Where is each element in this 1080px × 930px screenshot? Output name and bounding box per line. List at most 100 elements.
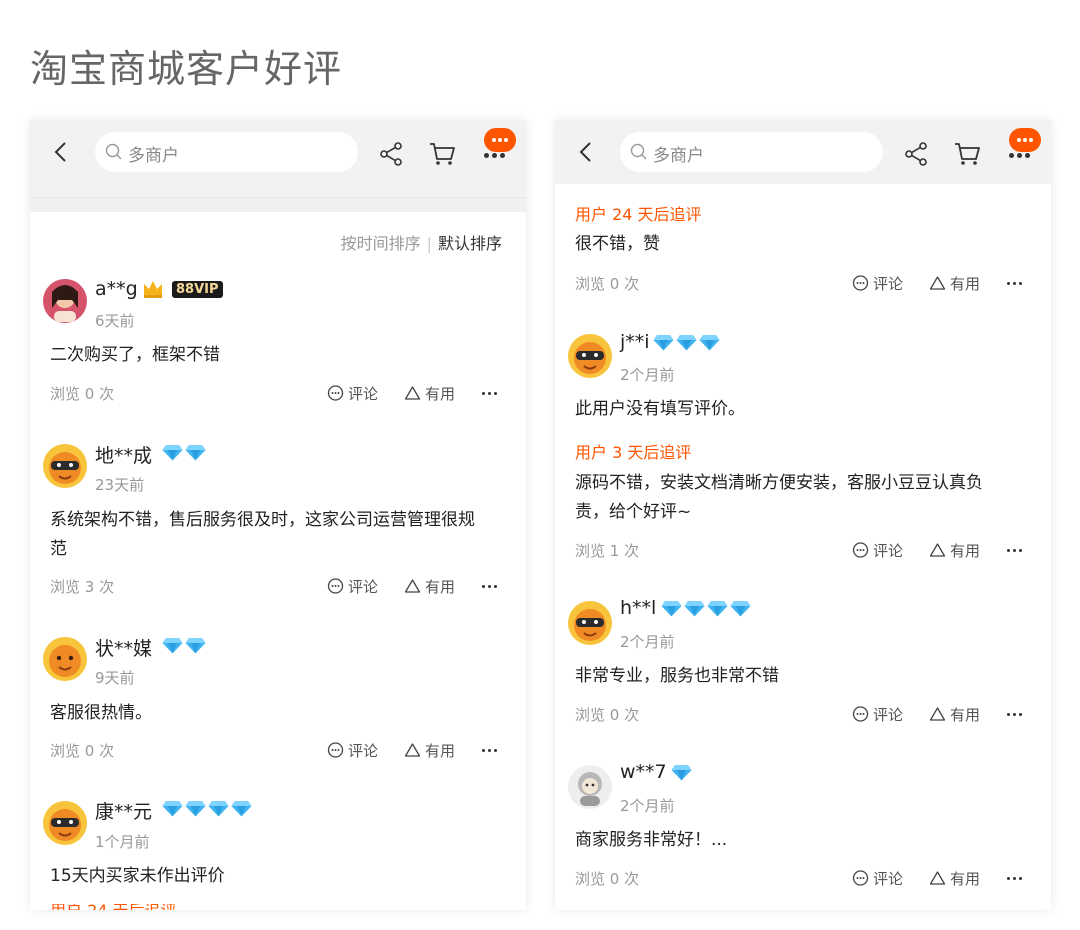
useful-button[interactable]: 有用 [929,273,980,294]
review-text: 商家服务非常好！... [575,830,728,850]
diamond-icon [661,600,682,617]
comment-icon [327,385,344,402]
sort-by-time-button[interactable]: 按时间排序 [341,234,421,253]
review-text: 客服很热情。 [50,703,152,723]
useful-label: 有用 [950,706,981,724]
member-badges: 88VIP [142,279,223,299]
reviewer-name: w**7 [620,761,667,783]
reviewer-name: 状**媒 [95,638,153,660]
useful-button[interactable]: 有用 [404,576,455,597]
comment-button[interactable]: 评论 [852,868,903,889]
user-avatar[interactable] [567,764,613,810]
review-action-row: 浏览 1 次 评论 有用 [555,540,1051,560]
user-avatar[interactable] [42,636,88,682]
more-menu-button[interactable] [480,128,520,168]
useful-icon [929,706,946,723]
diamond-icon [162,444,183,461]
more-actions-icon[interactable] [1007,282,1023,286]
more-dots-icon [1007,153,1033,161]
review-time: 2个月前 [620,633,675,651]
user-avatar[interactable] [42,800,88,846]
search-input[interactable]: 多商户 [620,132,883,172]
cart-icon[interactable] [428,141,456,167]
diamond-icon [707,600,728,617]
review-time: 9天前 [95,669,135,687]
review-text: 二次购买了，框架不错 [50,345,220,365]
comment-label: 评论 [873,870,904,888]
useful-button[interactable]: 有用 [929,704,980,725]
more-actions-icon[interactable] [1007,877,1023,881]
member-badges [653,334,720,351]
page-title: 淘宝商城客户好评 [30,47,343,91]
top-navigation-bar: 多商户 [555,120,1051,184]
review-action-row: 浏览 0 次 评论 有用 [555,273,1051,293]
comment-button[interactable]: 评论 [852,540,903,561]
useful-label: 有用 [425,385,456,403]
useful-button[interactable]: 有用 [404,383,455,404]
sort-options: 按时间排序 | 默认排序 [341,230,502,254]
useful-label: 有用 [950,870,981,888]
comment-button[interactable]: 评论 [852,704,903,725]
more-actions-icon[interactable] [482,392,498,396]
followup-text-line: 源码不错，安装文档清晰方便安装，客服小豆豆认真负 [575,473,983,493]
review-time: 2个月前 [620,366,675,384]
comment-icon [852,706,869,723]
comment-label: 评论 [348,385,379,403]
user-avatar[interactable] [567,333,613,379]
view-count: 浏览 0 次 [575,275,640,293]
comment-button[interactable]: 评论 [852,273,903,294]
useful-button[interactable]: 有用 [404,740,455,761]
view-count: 浏览 0 次 [50,385,115,403]
crown-icon [144,281,162,298]
diamond-icon [671,764,692,781]
right-phone-screen: 多商户 用户 24 天后追评 很不错，赞 浏览 0 次 评论 有用 j**i 2… [555,120,1051,910]
diamond-icon [185,444,206,461]
user-avatar[interactable] [42,278,88,324]
user-avatar[interactable] [42,443,88,489]
user-avatar[interactable] [567,600,613,646]
comment-button[interactable]: 评论 [327,576,378,597]
search-input[interactable]: 多商户 [95,132,358,172]
comment-button[interactable]: 评论 [327,740,378,761]
review-action-row: 浏览 3 次 评论 有用 [30,576,526,596]
sort-default-button[interactable]: 默认排序 [438,234,502,253]
comment-icon [327,578,344,595]
search-placeholder: 多商户 [128,146,179,166]
review-text: 15天内买家未作出评价 [50,866,225,886]
diamond-icon [185,637,206,654]
review-text: 此用户没有填写评价。 [575,399,745,419]
useful-button[interactable]: 有用 [929,540,980,561]
useful-label: 有用 [950,542,981,560]
comment-icon [852,542,869,559]
useful-icon [404,385,421,402]
comment-button[interactable]: 评论 [327,383,378,404]
useful-button[interactable]: 有用 [929,868,980,889]
share-icon[interactable] [903,141,929,167]
comment-label: 评论 [873,706,904,724]
review-time: 6天前 [95,312,135,330]
diamond-icon [185,800,206,817]
back-arrow-icon[interactable] [50,140,74,164]
reviewer-name: 地**成 [95,445,153,467]
share-icon[interactable] [378,141,404,167]
cart-icon[interactable] [953,141,981,167]
useful-label: 有用 [425,742,456,760]
sort-separator: | [426,234,432,253]
search-placeholder: 多商户 [653,146,704,166]
diamond-icon [684,600,705,617]
member-badges [661,600,751,617]
more-actions-icon[interactable] [1007,549,1023,553]
more-menu-button[interactable] [1005,128,1045,168]
reviewer-name: 康**元 [95,801,153,823]
more-actions-icon[interactable] [482,585,498,589]
useful-label: 有用 [950,275,981,293]
top-navigation-bar: 多商户 [30,120,526,184]
diamond-icon [653,334,674,351]
message-badge-icon [1009,128,1041,152]
more-actions-icon[interactable] [1007,713,1023,717]
more-actions-icon[interactable] [482,749,498,753]
header-divider [30,184,526,212]
back-arrow-icon[interactable] [575,140,599,164]
view-count: 浏览 1 次 [575,542,640,560]
diamond-icon [162,637,183,654]
